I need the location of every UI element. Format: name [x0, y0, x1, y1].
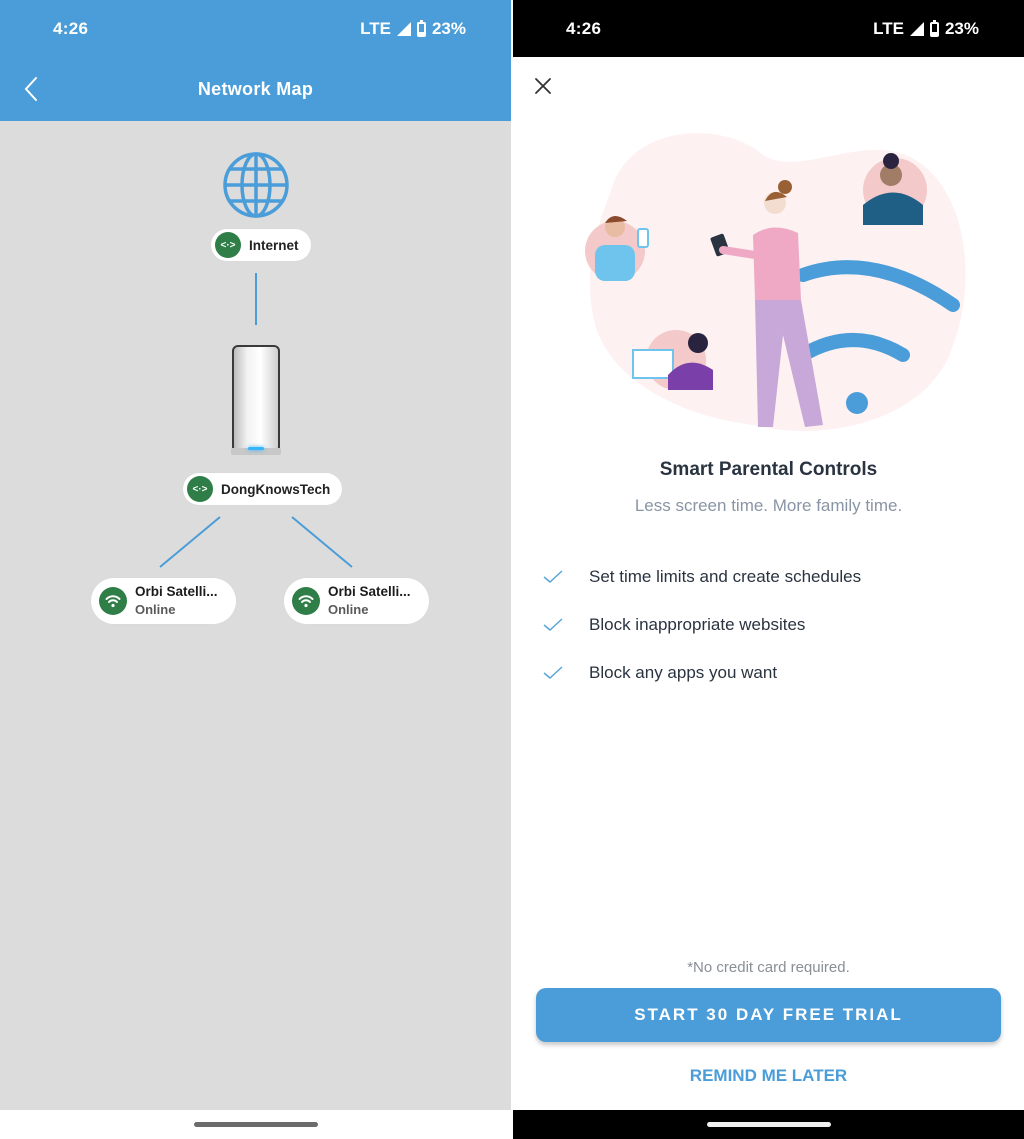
status-bar: 4:26 LTE 23%	[513, 0, 1024, 57]
home-gesture-handle[interactable]	[706, 1122, 831, 1127]
router-led	[248, 447, 264, 450]
signal-icon	[909, 22, 924, 36]
no-credit-card-note: *No credit card required.	[687, 959, 850, 976]
satellite-name: Orbi Satelli...	[328, 584, 411, 599]
navigation-bar	[0, 1110, 511, 1139]
page-title: Network Map	[197, 79, 314, 99]
status-bar: 4:26 LTE 23%	[0, 0, 511, 57]
network-type: LTE	[360, 19, 391, 38]
globe-icon	[223, 152, 289, 218]
status-indicators: LTE 23%	[873, 19, 979, 39]
code-arrows-icon: <·>	[215, 232, 241, 258]
router-label: DongKnowsTech	[221, 481, 331, 497]
close-button[interactable]	[533, 76, 553, 96]
router-image[interactable]	[231, 345, 281, 455]
close-icon	[535, 78, 551, 94]
satellite-status: Online	[135, 602, 176, 617]
check-icon	[543, 618, 563, 631]
app-bar: Network Map	[0, 57, 511, 121]
battery-percent: 23%	[431, 19, 466, 38]
code-arrows-icon: <·>	[187, 476, 213, 502]
satellite-node[interactable]: Orbi Satelli... Online	[284, 578, 429, 624]
start-free-trial-button[interactable]: START 30 DAY FREE TRIAL	[536, 988, 1001, 1042]
connection-line	[255, 273, 257, 325]
feature-text: Block inappropriate websites	[589, 615, 806, 634]
satellite-connection-lines	[159, 516, 353, 568]
feature-text: Block any apps you want	[589, 663, 778, 682]
wifi-dot	[846, 392, 868, 414]
battery-percent: 23%	[944, 19, 979, 38]
promo-subtitle: Less screen time. More family time.	[634, 496, 903, 515]
remind-me-later-link[interactable]: REMIND ME LATER	[513, 1066, 1024, 1086]
status-time: 4:26	[53, 19, 89, 38]
battery-icon	[416, 19, 426, 37]
router-node[interactable]: <·> DongKnowsTech	[183, 473, 343, 505]
feature-item: Set time limits and create schedules	[543, 553, 861, 601]
home-gesture-handle[interactable]	[193, 1122, 318, 1127]
signal-icon	[396, 22, 411, 36]
feature-text: Set time limits and create schedules	[589, 567, 862, 586]
network-map-screen: 4:26 LTE 23% Network Map <·> Internet <·…	[0, 0, 511, 1139]
navigation-bar	[513, 1110, 1024, 1139]
check-icon	[543, 570, 563, 583]
feature-item: Block any apps you want	[543, 649, 861, 697]
satellite-status: Online	[328, 602, 369, 617]
family-wifi-illustration	[585, 133, 966, 432]
wifi-icon	[99, 587, 127, 615]
wifi-icon	[292, 587, 320, 615]
satellite-name: Orbi Satelli...	[135, 584, 218, 599]
feature-list: Set time limits and create schedules Blo…	[543, 553, 861, 697]
feature-item: Block inappropriate websites	[543, 601, 861, 649]
check-icon	[543, 666, 563, 679]
satellite-node[interactable]: Orbi Satelli... Online	[91, 578, 236, 624]
internet-label: Internet	[249, 237, 299, 253]
status-indicators: LTE 23%	[360, 19, 466, 39]
status-time: 4:26	[566, 19, 602, 38]
battery-icon	[929, 19, 939, 37]
network-map: <·> Internet <·> DongKnowsTech Orbi Sate…	[0, 121, 511, 1110]
parental-controls-screen: 4:26 LTE 23% Smart Parental Controls Les…	[513, 0, 1024, 1139]
internet-node[interactable]: <·> Internet	[211, 229, 311, 261]
network-type: LTE	[873, 19, 904, 38]
promo-title: Smart Parental Controls	[659, 459, 878, 480]
